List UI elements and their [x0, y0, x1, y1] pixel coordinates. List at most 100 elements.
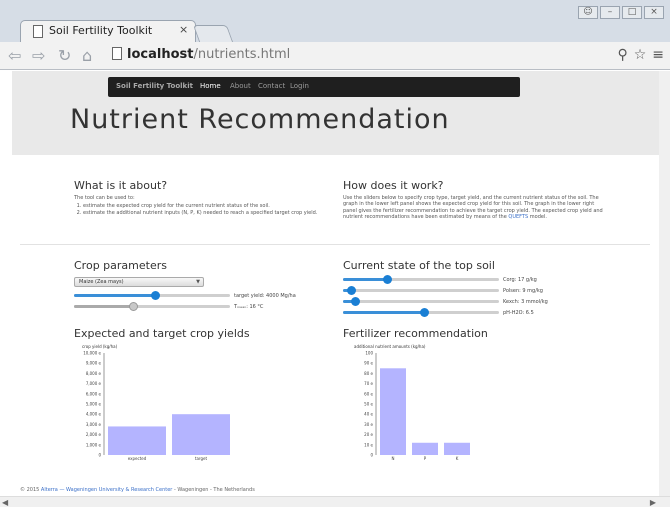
y-axis-label: additional nutrient amounts (kg/ha)	[354, 344, 426, 349]
kexch-slider[interactable]	[343, 297, 499, 307]
hero-header: Soil Fertility Toolkit Home About Contac…	[12, 71, 659, 155]
browser-tab[interactable]: Soil Fertility Toolkit ×	[20, 20, 196, 42]
site-navbar: Soil Fertility Toolkit Home About Contac…	[108, 77, 520, 97]
chevron-down-icon: ▼	[196, 279, 200, 285]
user-icon[interactable]: ☺	[578, 6, 598, 19]
footer-suffix: - Wageningen - The Netherlands	[173, 487, 255, 493]
y-tick-label: 9,000 e	[86, 361, 102, 366]
y-tick-label: 1,000 e	[86, 442, 102, 447]
ph-slider[interactable]	[343, 308, 499, 318]
about-heading: What is it about?	[74, 179, 168, 192]
nav-item-home[interactable]: Home	[200, 82, 221, 90]
y-tick-label: 90 e	[364, 361, 373, 366]
y-tick-label: 5,000 e	[86, 402, 102, 407]
bar	[380, 368, 406, 455]
home-icon[interactable]: ⌂	[82, 46, 92, 66]
slider-fill	[74, 294, 156, 297]
y-tick-label: 80 e	[364, 371, 373, 376]
zoom-icon[interactable]: ⚲	[617, 47, 627, 63]
bookmark-star-icon[interactable]: ☆	[634, 47, 647, 63]
horizontal-scrollbar[interactable]: ◀ ▶	[0, 496, 670, 507]
maximize-icon[interactable]: □	[622, 6, 642, 19]
crop-select-value: Maize (Zea mays)	[79, 279, 124, 285]
slider-handle[interactable]	[351, 297, 361, 306]
tmean-slider[interactable]	[74, 302, 230, 312]
x-tick-label: N	[392, 456, 395, 461]
window-controls: ☺ – □ ×	[578, 6, 664, 19]
forward-icon[interactable]: ⇨	[32, 46, 45, 66]
about-text: The tool can be used to: estimate the ex…	[74, 195, 342, 216]
slider-fill	[343, 311, 425, 314]
about-intro: The tool can be used to:	[74, 195, 135, 201]
y-tick-label: 50 e	[364, 402, 373, 407]
quefts-link[interactable]: QUEFTS	[508, 214, 528, 220]
crop-select[interactable]: Maize (Zea mays) ▼	[74, 277, 204, 287]
nav-item-about[interactable]: About	[230, 82, 251, 90]
slider-track[interactable]	[343, 289, 499, 292]
y-tick-label: 0	[98, 453, 101, 458]
page-title: Nutrient Recommendation	[70, 104, 450, 135]
url-path: /nutrients.html	[193, 47, 291, 62]
tmean-label: Tₘₑₐₙ: 16 °C	[234, 304, 264, 310]
nav-item-login[interactable]: Login	[290, 82, 309, 90]
slider-handle[interactable]	[420, 308, 430, 317]
kexch-label: Kexch: 3 mmol/kg	[503, 299, 548, 305]
x-tick-label: expected	[128, 456, 147, 461]
fert-heading: Fertilizer recommendation	[343, 327, 488, 340]
bar	[444, 442, 470, 455]
bar	[108, 426, 166, 455]
x-tick-label: K	[456, 456, 459, 461]
new-tab-button[interactable]	[192, 25, 234, 42]
soil-heading: Current state of the top soil	[343, 259, 495, 272]
close-window-icon[interactable]: ×	[644, 6, 664, 19]
yields-heading: Expected and target crop yields	[74, 327, 250, 340]
y-tick-label: 0	[370, 453, 373, 458]
address-bar[interactable]: localhost/nutrients.html	[112, 47, 290, 62]
slider-handle[interactable]	[151, 291, 161, 300]
menu-icon[interactable]: ≡	[652, 47, 664, 63]
y-tick-label: 8,000 e	[86, 371, 102, 376]
tab-close-icon[interactable]: ×	[179, 23, 188, 36]
y-tick-label: 40 e	[364, 412, 373, 417]
footer-link[interactable]: Alterra — Wageningen University & Resear…	[41, 487, 172, 493]
y-axis-label: crop yield (kg/ha)	[82, 344, 118, 349]
target-yield-slider[interactable]	[74, 291, 230, 301]
reload-icon[interactable]: ↻	[58, 46, 71, 66]
browser-toolbar: ⇦ ⇨ ↻ ⌂ localhost/nutrients.html ⚲ ☆ ≡	[0, 42, 670, 70]
footer: © 2015 Alterra — Wageningen University &…	[20, 487, 255, 493]
slider-handle[interactable]	[346, 286, 356, 295]
scroll-left-icon[interactable]: ◀	[2, 498, 8, 507]
polsen-label: Polsen: 9 mg/kg	[503, 288, 543, 294]
page-icon	[112, 47, 122, 60]
crop-heading: Crop parameters	[74, 259, 167, 272]
vertical-scrollbar[interactable]	[659, 71, 670, 496]
scroll-right-icon[interactable]: ▶	[650, 498, 656, 507]
back-icon[interactable]: ⇦	[8, 46, 21, 66]
y-tick-label: 10,000 e	[83, 351, 101, 356]
how-body: Use the sliders below to specify crop ty…	[343, 195, 603, 221]
nav-item-contact[interactable]: Contact	[258, 82, 285, 90]
yields-chart: crop yield (kg/ha) 0 1,000 e 2,000 e 3,000 e…	[82, 344, 230, 461]
y-tick-label: 30 e	[364, 422, 373, 427]
slider-track[interactable]	[343, 300, 499, 303]
target-yield-label: target yield: 4000 Mg/ha	[234, 293, 296, 299]
page-viewport: Soil Fertility Toolkit Home About Contac…	[12, 71, 659, 496]
footer-prefix: © 2015	[20, 487, 40, 493]
fertilizer-chart: additional nutrient amounts (kg/ha) 0 10 e…	[354, 344, 470, 461]
page-icon	[33, 25, 43, 38]
slider-handle[interactable]	[382, 275, 392, 284]
y-tick-label: 3,000 e	[86, 422, 102, 427]
y-tick-label: 60 e	[364, 391, 373, 396]
x-tick-label: P	[424, 456, 427, 461]
section-divider	[20, 244, 650, 245]
polsen-slider[interactable]	[343, 286, 499, 296]
site-brand[interactable]: Soil Fertility Toolkit	[116, 82, 193, 90]
slider-fill	[343, 278, 387, 281]
y-tick-label: 20 e	[364, 432, 373, 437]
slider-handle[interactable]	[129, 302, 139, 311]
minimize-icon[interactable]: –	[600, 6, 620, 19]
how-text: Use the sliders below to specify crop ty…	[343, 195, 603, 221]
corg-slider[interactable]	[343, 275, 499, 285]
browser-titlebar: Soil Fertility Toolkit × ☺ – □ ×	[0, 0, 670, 42]
about-item: estimate the additional nutrient inputs …	[83, 210, 342, 216]
